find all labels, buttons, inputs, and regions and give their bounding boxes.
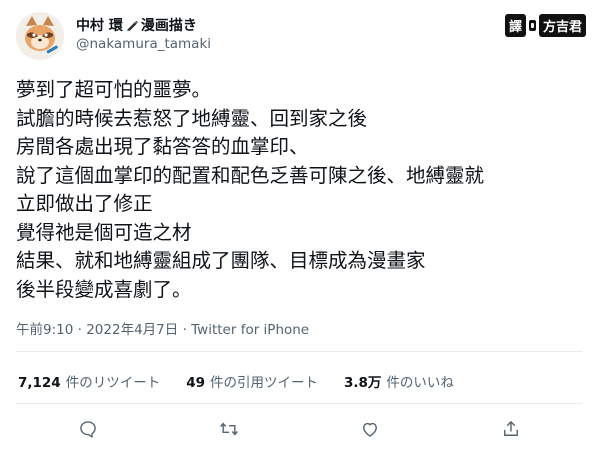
tweet-date[interactable]: 2022年4月7日	[86, 322, 178, 338]
share-icon	[504, 420, 518, 436]
credit-separator-icon	[528, 20, 536, 31]
meta-separator: ·	[182, 322, 187, 338]
tweet-line: 說了這個血掌印的配置和配色乏善可陳之後、地縛靈就	[16, 163, 485, 187]
author-name-suffix: 漫画描き	[140, 18, 197, 34]
quote-count[interactable]: 49 件の引用ツイート	[186, 371, 318, 391]
share-button[interactable]	[500, 418, 522, 440]
tweet-meta: 午前9:10 · 2022年4月7日 · Twitter for iPhone	[16, 318, 309, 338]
tweet-line: 試膽的時候去惹怒了地縛靈、回到家之後	[16, 106, 368, 130]
heart-icon	[363, 422, 377, 437]
reply-icon	[80, 421, 96, 438]
tweet-line: 結果、就和地縛靈組成了團隊、目標成為漫畫家	[16, 249, 426, 272]
tweet-stats: 7,124 件のリツイート 49 件の引用ツイート 3.8万 件のいいね	[18, 371, 454, 391]
like-button[interactable]	[359, 418, 381, 440]
tweet-line: 夢到了超可怕的噩夢。	[16, 78, 212, 101]
tweet-line: 房間各處出現了黏答答的血掌印、	[16, 135, 309, 158]
tweet-source[interactable]: Twitter for iPhone	[191, 322, 309, 338]
tweet-line: 後半段變成喜劇了。	[16, 277, 192, 301]
translator-credit: 譯 方吉君	[504, 14, 586, 37]
author-handle[interactable]: @nakamura_tamaki	[76, 36, 211, 52]
retweet-button[interactable]	[218, 418, 240, 440]
meta-separator: ·	[77, 322, 82, 338]
tweet-text: 夢到了超可怕的噩夢。 試膽的時候去惹怒了地縛靈、回到家之後 房間各處出現了黏答答…	[16, 76, 584, 304]
divider	[16, 403, 582, 404]
translator-name: 方吉君	[538, 14, 586, 37]
paintbrush-icon	[125, 18, 139, 32]
raccoon-avatar-icon	[16, 12, 64, 60]
author-name: 中村 環	[76, 18, 123, 34]
divider	[16, 351, 582, 352]
tweet-line: 覺得祂是個可造之材	[16, 220, 192, 244]
display-name[interactable]: 中村 環 漫画描き	[76, 15, 197, 35]
like-count[interactable]: 3.8万 件のいいね	[344, 371, 454, 391]
tweet-time[interactable]: 午前9:10	[16, 322, 73, 338]
action-bar	[0, 414, 598, 444]
retweet-count[interactable]: 7,124 件のリツイート	[18, 371, 160, 391]
tweet-line: 立即做出了修正	[16, 192, 153, 215]
reply-button[interactable]	[77, 418, 99, 440]
retweet-icon	[220, 422, 238, 436]
translation-tag: 譯	[504, 14, 526, 37]
avatar[interactable]	[16, 12, 64, 60]
